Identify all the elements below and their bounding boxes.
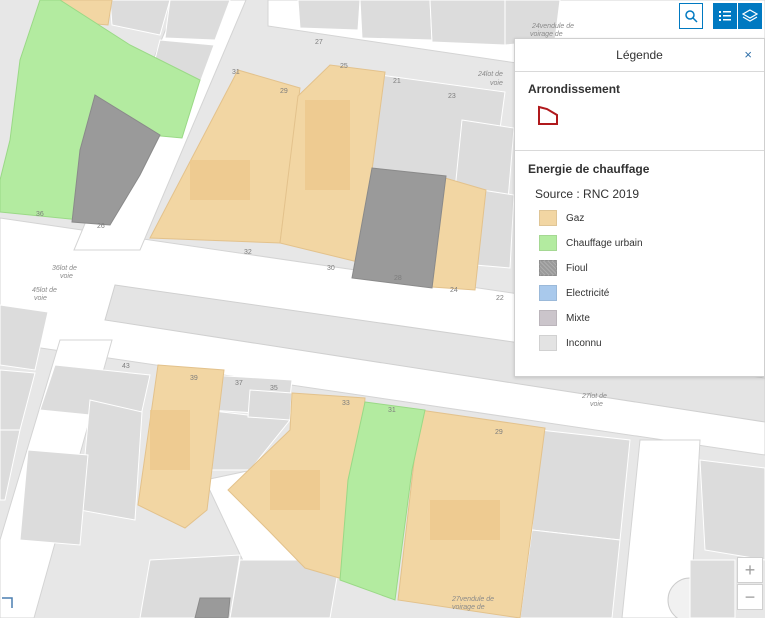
source-label: Source : RNC 2019 [535,187,640,201]
address-number: 32 [244,249,252,256]
address-number: 21 [393,78,401,85]
street-name: 24lot de [477,71,503,78]
street-name: 36lot de [52,265,77,272]
legend-item-label: Inconnu [566,337,602,349]
address-number: 22 [496,295,504,302]
swatch [539,285,557,301]
zoom-out-button[interactable]: − [737,584,763,610]
address-number: 39 [190,375,198,382]
swatch [539,235,557,251]
street-name: voie [60,273,73,280]
street-name: voirage de [530,31,563,38]
legend-item-label: Electricité [566,287,610,299]
section-title: Arrondissement [528,82,621,96]
legend-item-gaz: Gaz [539,209,584,227]
swatch [539,335,557,351]
legend-item-label: Gaz [566,212,585,224]
address-number: 43 [122,363,130,370]
address-number: 29 [495,429,503,436]
layers-icon [742,9,758,22]
close-icon[interactable]: × [744,47,752,62]
street-name: voie [590,401,603,408]
address-number: 33 [342,400,350,407]
address-number: 30 [327,265,335,272]
legend-section-arrondissement: Arrondissement [515,72,764,151]
zoom-in-button[interactable]: + [737,557,763,583]
legend-item-label: Chauffage urbain [566,237,643,249]
legend-item-label: Fioul [566,262,588,274]
swatch [539,260,557,276]
search-icon [685,10,698,23]
section-title: Energie de chauffage [528,162,650,176]
legend-item-electricite: Electricité [539,284,609,302]
street-name: voirage de [452,604,485,611]
legend-panel: Légende × Arrondissement Energie de chau… [514,38,765,377]
address-number: 26 [97,223,105,230]
legend-item-inconnu: Inconnu [539,334,602,352]
search-button[interactable] [679,3,703,29]
legend-list-icon [719,11,731,21]
address-number: 31 [388,407,396,414]
street-name: voie [34,295,47,302]
street-name: 27vendule de [451,596,494,603]
street-name: 27lot de [581,393,607,400]
address-number: 23 [448,93,456,100]
legend-title: Légende [616,48,663,62]
arrondissement-outline-symbol [538,105,558,125]
address-number: 35 [270,385,278,392]
address-number: 27 [315,39,323,46]
address-number: 29 [280,88,288,95]
legend-button[interactable] [713,3,737,29]
legend-item-fioul: Fioul [539,259,588,277]
street-name: 45lot de [32,287,57,294]
layers-button[interactable] [738,3,762,29]
legend-item-chauffage-urbain: Chauffage urbain [539,234,643,252]
legend-header: Légende × [515,39,764,72]
address-number: 37 [235,380,243,387]
address-number: 24 [450,287,458,294]
address-number: 28 [394,275,402,282]
address-number: 36 [36,211,44,218]
legend-section-energie: Energie de chauffage Source : RNC 2019 G… [515,151,764,377]
legend-item-mixte: Mixte [539,309,590,327]
street-name: 24vendule de [531,23,574,30]
legend-item-label: Mixte [566,312,590,324]
address-number: 25 [340,63,348,70]
street-name: voie [490,80,503,87]
swatch [539,310,557,326]
address-number: 31 [232,69,240,76]
swatch [539,210,557,226]
